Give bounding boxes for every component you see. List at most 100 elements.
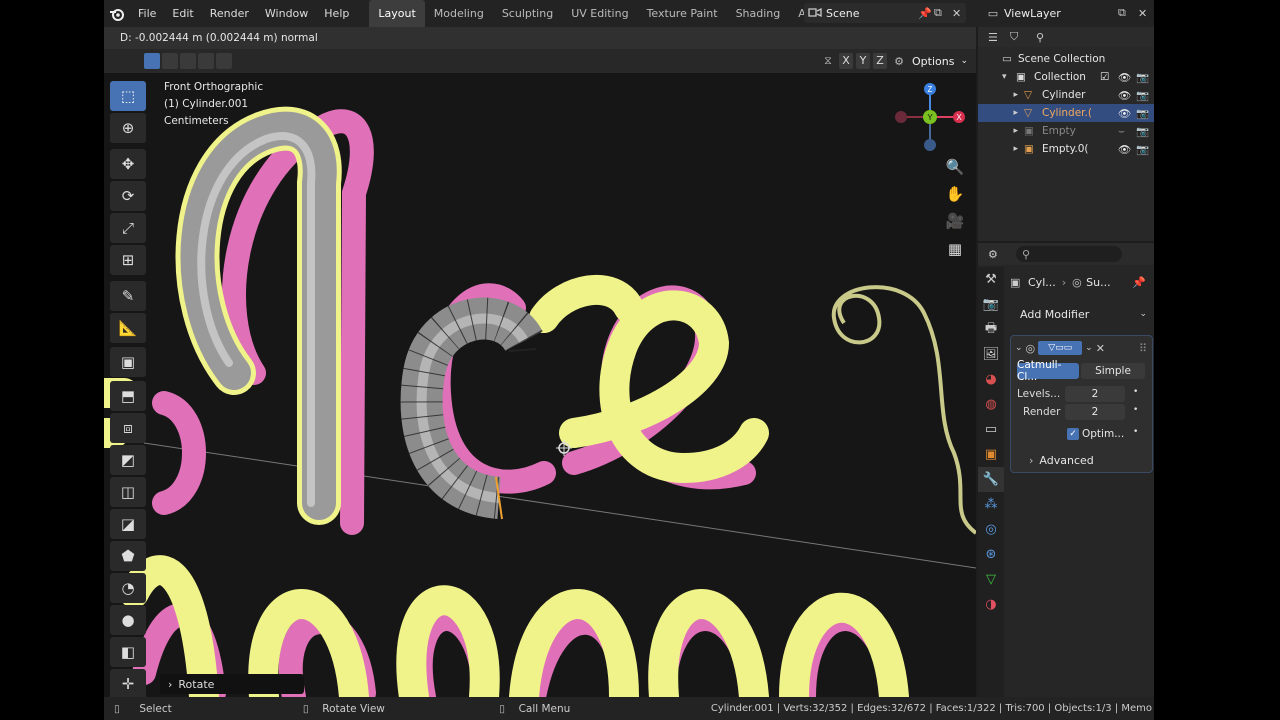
render-camera-icon[interactable]: 📷 xyxy=(1136,89,1154,102)
levels-viewport-field[interactable]: 2 xyxy=(1065,386,1125,402)
view-layer-selector[interactable]: ▭ ViewLayer ⧉ ✕ xyxy=(982,3,1152,23)
measure-tool[interactable]: 📐 xyxy=(110,313,146,343)
options-dropdown[interactable]: Options ⌄ xyxy=(912,52,968,70)
tab-sculpting[interactable]: Sculpting xyxy=(493,0,562,27)
select-box-tool[interactable]: ⬚ xyxy=(110,81,146,111)
display-mode-icon[interactable]: ☰ xyxy=(988,31,1010,44)
extrude-tool[interactable]: ⬒ xyxy=(110,381,146,411)
properties-search-field[interactable]: ⚲ xyxy=(1016,246,1122,262)
material-tab-icon[interactable]: ◑ xyxy=(978,592,1004,617)
tab-modeling[interactable]: Modeling xyxy=(425,0,493,27)
collection-tab-icon[interactable]: ▭ xyxy=(978,417,1004,442)
select-extend-icon[interactable] xyxy=(162,53,178,69)
axis-z-toggle[interactable]: Z xyxy=(873,53,887,69)
remove-scene-icon[interactable]: ✕ xyxy=(952,7,966,20)
outliner-scene-collection[interactable]: ▭ Scene Collection xyxy=(978,50,1154,68)
scale-tool[interactable]: ⤢ xyxy=(110,213,146,243)
new-scene-icon[interactable]: ⧉ xyxy=(934,6,952,20)
visibility-eye-icon[interactable]: 👁 xyxy=(1118,89,1136,102)
select-subtract-icon[interactable] xyxy=(180,53,196,69)
constraints-tab-icon[interactable]: ⊛ xyxy=(978,542,1004,567)
camera-icon[interactable]: 🎥 xyxy=(943,209,967,233)
close-icon[interactable]: ✕ xyxy=(1096,342,1105,355)
ortho-grid-icon[interactable]: ▦ xyxy=(943,237,967,261)
menu-file[interactable]: File xyxy=(130,0,164,27)
scene-tab-icon[interactable]: ◕ xyxy=(978,367,1004,392)
snap-options-icon[interactable]: ⚙ xyxy=(890,55,908,68)
expand-right-icon[interactable]: ▸ xyxy=(988,90,1024,100)
menu-help[interactable]: Help xyxy=(316,0,357,27)
render-camera-icon[interactable]: 📷 xyxy=(1136,125,1154,138)
search-icon[interactable]: ⚲ xyxy=(1036,31,1044,44)
render-levels-field[interactable]: 2 xyxy=(1065,404,1125,420)
menu-render[interactable]: Render xyxy=(202,0,257,27)
rotate-tool[interactable]: ⟳ xyxy=(110,181,146,211)
menu-edit[interactable]: Edit xyxy=(164,0,201,27)
outliner-item-empty-001[interactable]: ▸ ▣ Empty.0( 👁 📷 xyxy=(978,140,1154,158)
outliner-item-cylinder-001[interactable]: ▸ ▽ Cylinder.( 👁 📷 xyxy=(978,104,1154,122)
advanced-subpanel[interactable]: › Advanced xyxy=(1029,454,1094,467)
keyframe-dot-icon[interactable]: • xyxy=(1133,387,1138,397)
pan-hand-icon[interactable]: ✋ xyxy=(943,182,967,206)
last-operator-panel[interactable]: › Rotate xyxy=(160,674,304,694)
tab-uv-editing[interactable]: UV Editing xyxy=(562,0,637,27)
keyframe-dot-icon[interactable]: • xyxy=(1133,405,1138,415)
filter-icon[interactable]: ⛉ xyxy=(1010,30,1036,44)
tab-texture-paint[interactable]: Texture Paint xyxy=(638,0,727,27)
output-tab-icon[interactable]: 🖶 xyxy=(978,317,1004,342)
cursor-tool[interactable]: ⊕ xyxy=(110,113,146,143)
modifier-tab-icon[interactable]: 🔧 xyxy=(978,467,1004,492)
data-tab-icon[interactable]: ▽ xyxy=(978,567,1004,592)
outliner-item-cylinder[interactable]: ▸ ▽ Cylinder 👁 📷 xyxy=(978,86,1154,104)
visibility-eye-icon[interactable]: 👁 xyxy=(1118,143,1136,156)
world-tab-icon[interactable]: ◍ xyxy=(978,392,1004,417)
pin-icon[interactable]: 📌 xyxy=(1132,276,1150,289)
physics-tab-icon[interactable]: ◎ xyxy=(978,517,1004,542)
optimal-display-checkbox[interactable]: ✓ xyxy=(1067,428,1079,440)
remove-view-layer-icon[interactable]: ✕ xyxy=(1138,7,1152,20)
object-tab-icon[interactable]: ▣ xyxy=(978,442,1004,467)
outliner-item-empty[interactable]: ▸ ▣ Empty ⌣ 📷 xyxy=(978,122,1154,140)
shrink-fatten-tool[interactable]: ✛ xyxy=(110,669,146,697)
render-camera-icon[interactable]: 📷 xyxy=(1136,71,1154,84)
select-new-icon[interactable] xyxy=(144,53,160,69)
tool-tab-icon[interactable]: ⚒ xyxy=(978,267,1004,292)
visibility-eye-icon[interactable]: 👁 xyxy=(1118,71,1136,84)
expand-right-icon[interactable]: ▸ xyxy=(988,126,1024,136)
editor-type-icon[interactable]: ⚙ xyxy=(988,248,1016,261)
render-camera-icon[interactable]: 📷 xyxy=(1136,143,1154,156)
simple-button[interactable]: Simple xyxy=(1081,363,1145,379)
bevel-tool[interactable]: ◩ xyxy=(110,445,146,475)
move-tool[interactable]: ✥ xyxy=(110,149,146,179)
knife-tool[interactable]: ◪ xyxy=(110,509,146,539)
outliner-collection[interactable]: ▾ ▣ Collection ☑ 👁 📷 xyxy=(978,68,1154,86)
smooth-tool[interactable]: ● xyxy=(110,605,146,635)
menu-window[interactable]: Window xyxy=(257,0,316,27)
expand-down-icon[interactable]: ▾ xyxy=(1002,72,1016,82)
checkbox-icon[interactable]: ☑ xyxy=(1100,71,1118,83)
new-view-layer-icon[interactable]: ⧉ xyxy=(1118,6,1138,20)
modifier-visibility-toggles[interactable]: ▽▭▭ xyxy=(1038,341,1083,355)
axis-x-toggle[interactable]: X xyxy=(839,53,853,69)
add-modifier-dropdown[interactable]: Add Modifier ⌄ xyxy=(1010,305,1151,323)
hidden-eye-icon[interactable]: ⌣ xyxy=(1118,125,1136,138)
visibility-eye-icon[interactable]: 👁 xyxy=(1118,107,1136,120)
pin-icon[interactable]: 📌 xyxy=(918,7,934,20)
collapse-icon[interactable]: ⌄ xyxy=(1015,343,1023,353)
blender-logo-icon[interactable] xyxy=(104,0,130,27)
expand-right-icon[interactable]: ▸ xyxy=(988,144,1024,154)
drag-handle-icon[interactable]: ⠿ xyxy=(1139,342,1147,355)
keyframe-dot-icon[interactable]: • xyxy=(1133,427,1138,437)
3d-viewport[interactable]: Z X Y Front Orthographic (1) Cylinder.00… xyxy=(104,73,976,697)
catmull-clark-button[interactable]: Catmull-Cl... xyxy=(1017,359,1079,383)
poly-build-tool[interactable]: ⬟ xyxy=(110,541,146,571)
expand-right-icon[interactable]: ▸ xyxy=(988,108,1024,118)
annotate-tool[interactable]: ✎ xyxy=(110,281,146,311)
spin-tool[interactable]: ◔ xyxy=(110,573,146,603)
particles-tab-icon[interactable]: ⁂ xyxy=(978,492,1004,517)
render-camera-icon[interactable]: 📷 xyxy=(1136,107,1154,120)
inset-tool[interactable]: ⧈ xyxy=(110,413,146,443)
scene-selector[interactable]: Scene 📌 ⧉ ✕ xyxy=(804,3,966,23)
add-cube-tool[interactable]: ▣ xyxy=(110,347,146,377)
zoom-icon[interactable]: 🔍 xyxy=(943,155,967,179)
